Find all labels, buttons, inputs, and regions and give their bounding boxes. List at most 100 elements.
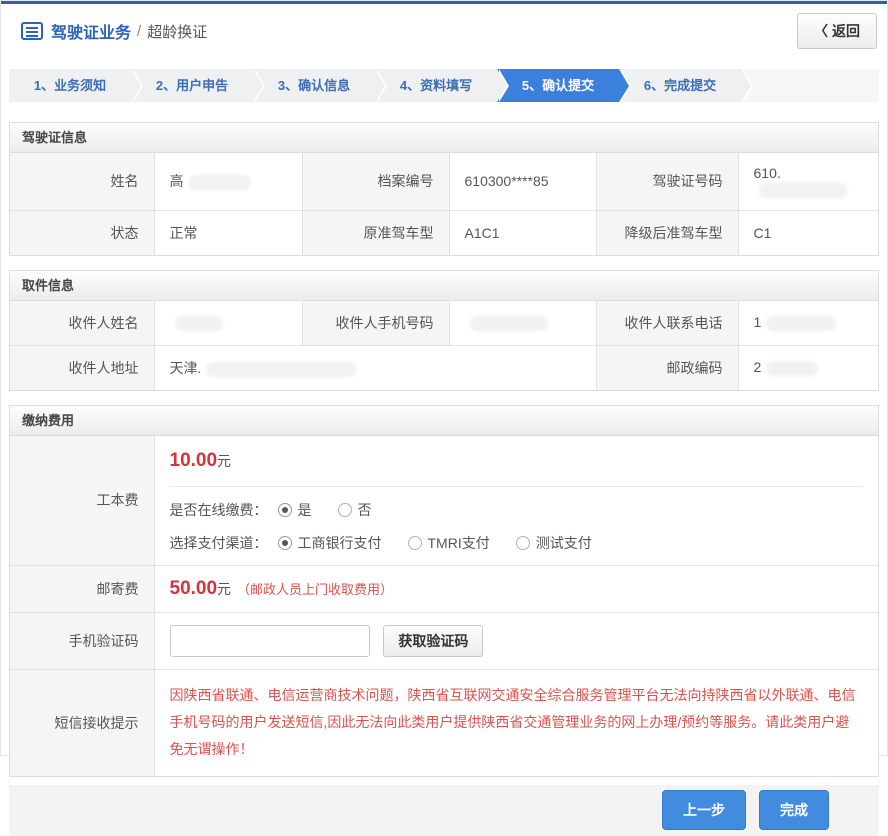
breadcrumb-current: 超龄换证 [147,21,207,42]
back-button-label: 返回 [832,23,860,39]
step-2-user-declaration[interactable]: 2、用户申告 [131,69,253,102]
mail-fee-cell: 50.00元 （邮政人员上门收取费用） [154,565,878,612]
name-label: 姓名 [10,153,154,210]
redaction-smudge [766,316,836,331]
mail-fee-amount: 50.00 [170,578,218,599]
table-row: 邮寄费 50.00元 （邮政人员上门收取费用） [10,565,878,612]
redaction-smudge [206,362,356,377]
finish-button[interactable]: 完成 [759,790,829,830]
radio-unselected-icon [408,536,422,550]
radio-channel-icbc-label: 工商银行支付 [298,533,382,553]
payment-section: 缴纳费用 工本费 10.00元 是否在线缴费： 是 否 选择支付渠道： 工商银行… [9,405,879,777]
footer-action-bar: 上一步 完成 [9,785,879,836]
pickup-section-title: 取件信息 [10,271,878,301]
license-info-table: 姓名 高 档案编号 610300****85 驾驶证号码 610. 状态 正常 … [10,153,878,255]
license-no-label: 驾驶证号码 [596,153,738,210]
radio-selected-icon [278,536,292,550]
steps-filler [741,69,879,102]
recipient-address-label: 收件人地址 [10,345,154,390]
radio-selected-icon [278,503,292,517]
yuan-unit: 元 [217,581,231,597]
sms-code-input[interactable] [170,625,370,657]
recipient-mobile-label: 收件人手机号码 [302,301,449,346]
sms-tip-label: 短信接收提示 [10,669,154,775]
name-value: 高 [154,153,302,210]
sms-tip-cell: 因陕西省联通、电信运营商技术问题，陕西省互联网交通安全综合服务管理平台无法向持陕… [154,669,878,775]
table-row: 状态 正常 原准驾车型 A1C1 降级后准驾车型 C1 [10,210,878,255]
radio-unselected-icon [516,536,530,550]
mail-fee-label: 邮寄费 [10,565,154,612]
yuan-unit: 元 [217,453,231,469]
work-fee-label: 工本费 [10,436,154,566]
license-no-value: 610. [738,153,878,210]
sms-code-label: 手机验证码 [10,612,154,669]
status-value: 正常 [154,210,302,255]
radio-online-yes[interactable]: 是 [278,500,312,520]
file-no-label: 档案编号 [302,153,449,210]
recipient-label: 收件人姓名 [10,301,154,346]
online-pay-label: 是否在线缴费： [170,500,268,520]
redaction-smudge [766,361,818,376]
payment-table: 工本费 10.00元 是否在线缴费： 是 否 选择支付渠道： 工商银行支付 TM… [10,436,878,776]
table-row: 收件人姓名 收件人手机号码 收件人联系电话 1 [10,301,878,346]
content: 1、业务须知 2、用户申告 3、确认信息 4、资料填写 5、确认提交 6、完成提… [1,69,887,836]
sms-tip-text: 因陕西省联通、电信运营商技术问题，陕西省互联网交通安全综合服务管理平台无法向持陕… [170,682,864,764]
step-1-business-notice[interactable]: 1、业务须知 [9,69,131,102]
radio-online-no-label: 否 [358,500,372,520]
radio-channel-test-label: 测试支付 [536,533,592,553]
table-row: 手机验证码 获取验证码 [10,612,878,669]
radio-channel-icbc[interactable]: 工商银行支付 [278,533,382,553]
orig-class-value: A1C1 [449,210,596,255]
pay-channel-label: 选择支付渠道： [170,533,268,553]
table-row: 工本费 10.00元 是否在线缴费： 是 否 选择支付渠道： 工商银行支付 TM… [10,436,878,566]
redaction-smudge [175,316,223,331]
work-fee-cell: 10.00元 是否在线缴费： 是 否 选择支付渠道： 工商银行支付 TMRI支付… [154,436,878,566]
sms-code-cell: 获取验证码 [154,612,878,669]
redaction-smudge [189,175,251,190]
down-class-label: 降级后准驾车型 [596,210,738,255]
step-4-fill-materials[interactable]: 4、资料填写 [375,69,497,102]
radio-online-yes-label: 是 [298,500,312,520]
radio-channel-tmri[interactable]: TMRI支付 [408,533,490,553]
get-code-button[interactable]: 获取验证码 [383,625,483,657]
license-section-title: 驾驶证信息 [10,123,878,153]
radio-channel-test[interactable]: 测试支付 [516,533,592,553]
chevron-left-icon: 〈 [814,23,828,39]
page-header: 驾驶证业务 / 超龄换证 〈返回 [1,4,887,58]
pickup-info-table: 收件人姓名 收件人手机号码 收件人联系电话 1 收件人地址 天津. 邮政编码 2 [10,301,878,390]
mail-fee-note: （邮政人员上门收取费用） [237,582,393,597]
recipient-address-value: 天津. [154,345,596,390]
redaction-smudge [470,316,548,331]
form-list-icon [21,22,43,40]
online-pay-row: 是否在线缴费： 是 否 [170,500,864,520]
radio-online-no[interactable]: 否 [338,500,372,520]
down-class-value: C1 [738,210,878,255]
status-label: 状态 [10,210,154,255]
work-fee-amount: 10.00 [170,450,218,471]
back-button[interactable]: 〈返回 [797,13,877,49]
table-row: 短信接收提示 因陕西省联通、电信运营商技术问题，陕西省互联网交通安全综合服务管理… [10,669,878,775]
pickup-info-section: 取件信息 收件人姓名 收件人手机号码 收件人联系电话 1 收件人地址 天津. 邮… [9,270,879,391]
breadcrumb-separator: / [137,23,141,40]
step-6-complete-submit[interactable]: 6、完成提交 [619,69,741,102]
file-no-value: 610300****85 [449,153,596,210]
zip-code-label: 邮政编码 [596,345,738,390]
license-info-section: 驾驶证信息 姓名 高 档案编号 610300****85 驾驶证号码 610. … [9,122,879,256]
table-row: 收件人地址 天津. 邮政编码 2 [10,345,878,390]
recipient-mobile-value [449,301,596,346]
step-5-confirm-submit[interactable]: 5、确认提交 [497,69,619,102]
recipient-value [154,301,302,346]
orig-class-label: 原准驾车型 [302,210,449,255]
step-3-confirm-info[interactable]: 3、确认信息 [253,69,375,102]
pay-channel-row: 选择支付渠道： 工商银行支付 TMRI支付 测试支付 [170,533,864,553]
recipient-tel-value: 1 [738,301,878,346]
redaction-smudge [759,183,847,198]
step-breadcrumb: 1、业务须知 2、用户申告 3、确认信息 4、资料填写 5、确认提交 6、完成提… [9,69,879,102]
recipient-tel-label: 收件人联系电话 [596,301,738,346]
page-title: 驾驶证业务 [51,19,131,43]
work-fee-amount-row: 10.00元 [170,448,864,487]
payment-section-title: 缴纳费用 [10,406,878,436]
zip-code-value: 2 [738,345,878,390]
radio-unselected-icon [338,503,352,517]
previous-step-button[interactable]: 上一步 [662,790,746,830]
